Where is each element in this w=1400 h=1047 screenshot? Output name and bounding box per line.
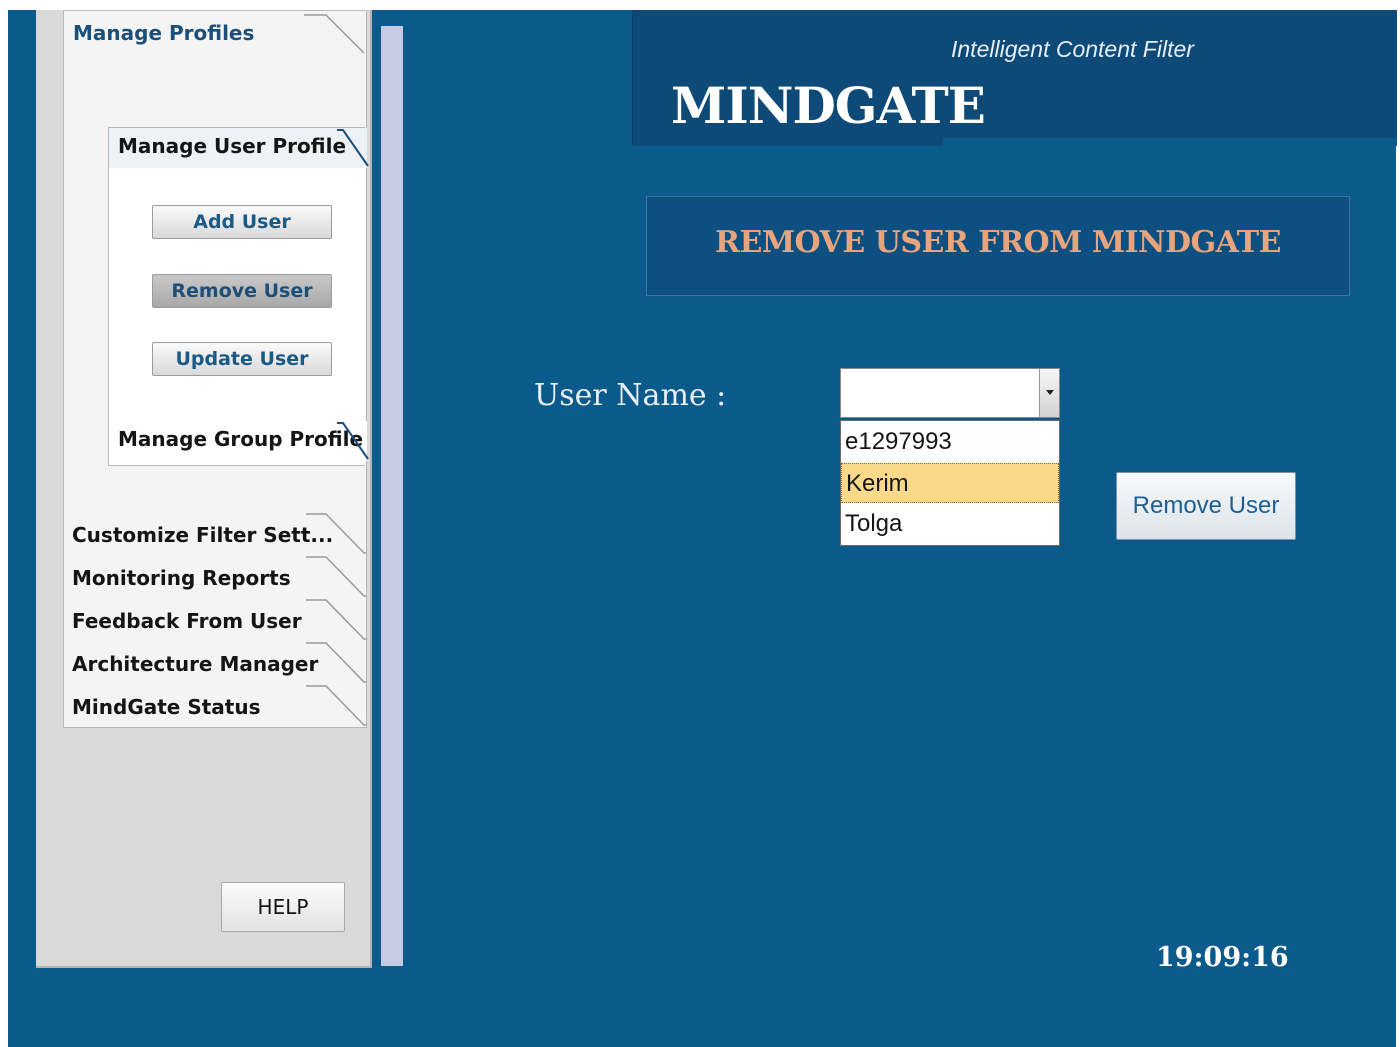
help-button[interactable]: HELP (221, 882, 345, 932)
tab-mindgate-status-label: MindGate Status (72, 695, 261, 719)
tab-corner-icon (306, 513, 366, 554)
app-window: Manage Profiles Manage User Profile Add … (8, 10, 1397, 1047)
tab-customize-filter-label: Customize Filter Sett... (72, 523, 334, 547)
tab-manage-profiles[interactable]: Manage Profiles (73, 21, 254, 45)
tab-feedback-from-user[interactable]: Feedback From User (64, 599, 366, 641)
page-title-box: REMOVE USER FROM MINDGATE (646, 196, 1350, 296)
user-name-select[interactable] (840, 368, 1060, 418)
tagline: Intelligent Content Filter (951, 36, 1194, 62)
dropdown-option[interactable]: e1297993 (841, 422, 1059, 462)
panel-divider (381, 26, 403, 966)
tab-customize-filter[interactable]: Customize Filter Sett... (64, 513, 366, 555)
tab-mindgate-status[interactable]: MindGate Status (64, 685, 366, 727)
tab-manage-group-profile[interactable]: Manage Group Profile (109, 421, 369, 461)
app-header: Intelligent Content Filter MINDGATE (632, 10, 1397, 146)
tab-corner-icon (304, 14, 365, 54)
manage-profiles-panel: Manage User Profile Add User Remove User… (108, 127, 369, 466)
tab-corner-icon (337, 422, 369, 460)
tab-monitoring-reports-label: Monitoring Reports (72, 566, 291, 590)
tab-corner-icon (306, 685, 366, 726)
user-name-dropdown: e1297993 Kerim Tolga (840, 420, 1060, 546)
clock: 19:09:16 (1156, 942, 1289, 973)
page-title: REMOVE USER FROM MINDGATE (715, 225, 1281, 260)
tab-corner-icon (306, 556, 366, 597)
tab-architecture-manager[interactable]: Architecture Manager (64, 642, 366, 684)
update-user-button[interactable]: Update User (152, 342, 332, 376)
dropdown-option[interactable]: Tolga (841, 504, 1059, 544)
brand-logo: MINDGATE (671, 76, 986, 135)
add-user-button[interactable]: Add User (152, 205, 332, 239)
remove-user-button[interactable]: Remove User (1116, 472, 1296, 540)
sidebar: Manage Profiles Manage User Profile Add … (36, 10, 372, 968)
tab-corner-icon (306, 642, 366, 683)
tab-corner-icon (337, 129, 369, 167)
tab-corner-icon (306, 599, 366, 640)
chevron-down-icon[interactable] (1039, 369, 1059, 417)
user-name-label: User Name : (534, 378, 727, 413)
tab-monitoring-reports[interactable]: Monitoring Reports (64, 556, 366, 598)
remove-user-nav-button[interactable]: Remove User (152, 274, 332, 308)
tab-architecture-manager-label: Architecture Manager (72, 652, 319, 676)
tab-feedback-from-user-label: Feedback From User (72, 609, 302, 633)
dropdown-option-highlighted[interactable]: Kerim (841, 463, 1059, 503)
tab-manage-group-profile-label: Manage Group Profile (118, 427, 364, 451)
header-notch (943, 138, 1397, 146)
tab-manage-user-profile-label: Manage User Profile (118, 134, 347, 158)
nav-accordion: Manage Profiles Manage User Profile Add … (63, 10, 369, 728)
tab-manage-user-profile[interactable]: Manage User Profile (109, 128, 369, 168)
